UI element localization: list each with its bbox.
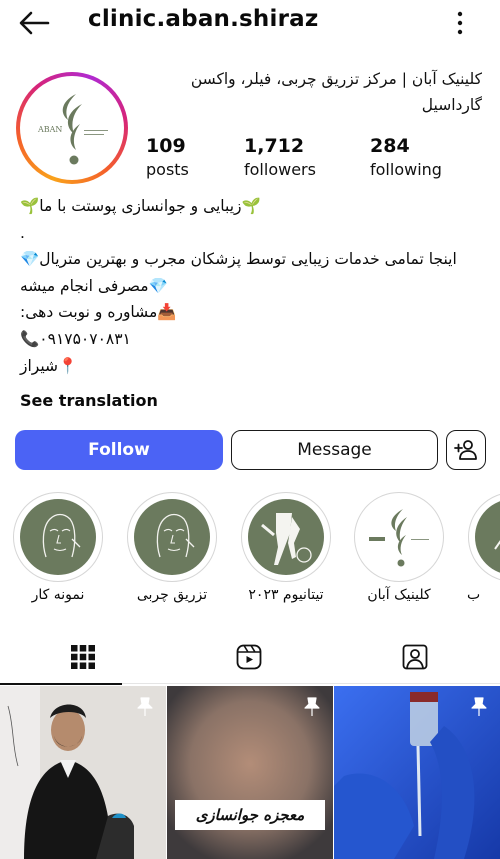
highlight-label: تیتانیوم ۲۰۲۳	[248, 587, 324, 603]
more-vertical-icon	[457, 11, 463, 35]
aban-logo-icon: ABAN	[37, 94, 108, 165]
suggested-users-button[interactable]	[446, 430, 486, 470]
post-overlay-text: معجزه جوانسازی	[175, 800, 325, 830]
tagged-icon	[402, 644, 428, 670]
sparkle-icon	[494, 540, 500, 550]
bio-phone[interactable]: 📞۰۹۱۷۵۰۷۰۸۳۱	[20, 326, 482, 353]
tab-reels[interactable]	[166, 630, 332, 684]
aban-logo-icon	[369, 509, 429, 567]
story-highlights: نمونه کار تزریق چربی تیتانیوم ۲۰۲۳ کلینی…	[0, 492, 500, 612]
bio-location: 📍شیراز	[20, 356, 78, 375]
highlight-label: ب	[467, 587, 481, 603]
tab-tagged[interactable]	[332, 630, 498, 684]
highlight-item[interactable]: تیتانیوم ۲۰۲۳	[240, 492, 332, 603]
face-sketch-icon	[42, 513, 81, 558]
followers-count[interactable]: 1,712 followers	[244, 134, 316, 182]
bio-line: 🌱زیبایی و جوانسازی پوستت با ما🌱	[20, 197, 261, 215]
following-count-value: 284	[370, 135, 410, 157]
bio-line: اینجا تمامی خدمات زیبایی توسط پزشکان مجر…	[20, 250, 457, 269]
see-translation-link[interactable]: See translation	[20, 391, 158, 410]
grid-icon	[71, 645, 95, 669]
arrow-left-icon	[19, 11, 50, 35]
highlight-label: نمونه کار	[31, 587, 85, 603]
pin-icon	[137, 697, 153, 716]
posts-count[interactable]: 109 posts	[146, 134, 189, 182]
highlight-label: تزریق چربی	[136, 587, 208, 603]
avatar: ABAN	[24, 80, 120, 176]
face-sketch-icon	[156, 513, 195, 558]
profile-bio: 🌱زیبایی و جوانسازی پوستت با ما🌱 . اینجا …	[20, 193, 482, 379]
post-thumbnail[interactable]	[334, 686, 500, 859]
posts-count-value: 109	[146, 135, 186, 157]
more-options-button[interactable]	[452, 10, 468, 36]
profile-display-name: کلینیک آبان | مرکز تزریق چربی، فیلر، واک…	[190, 70, 482, 114]
bio-line: 💎مصرفی انجام میشه	[20, 276, 168, 295]
posts-grid: معجزه جوانسازی	[0, 686, 500, 859]
pin-icon	[304, 697, 320, 716]
top-bar: clinic.aban.shiraz	[0, 0, 500, 46]
highlight-item[interactable]: کلینیک آبان	[353, 492, 445, 603]
highlight-item[interactable]: ب	[467, 492, 500, 603]
following-count[interactable]: 284 following	[370, 134, 442, 182]
post-thumbnail[interactable]: معجزه جوانسازی	[167, 686, 333, 859]
highlight-label: کلینیک آبان	[367, 587, 431, 603]
add-user-icon	[454, 440, 477, 460]
follow-button[interactable]: Follow	[15, 430, 223, 470]
avatar-story-ring[interactable]: ABAN	[16, 72, 128, 184]
highlight-item[interactable]: نمونه کار	[12, 492, 104, 603]
bio-line: .	[20, 223, 25, 242]
post-thumbnail[interactable]	[0, 686, 166, 859]
tab-grid[interactable]	[0, 630, 166, 685]
profile-username: clinic.aban.shiraz	[88, 6, 319, 32]
highlight-item[interactable]: تزریق چربی	[126, 492, 218, 603]
reels-icon	[236, 644, 262, 670]
laser-legs-icon	[261, 513, 312, 565]
followers-count-value: 1,712	[244, 135, 305, 157]
back-button[interactable]	[18, 9, 50, 37]
followers-count-label: followers	[244, 160, 316, 179]
pin-icon	[471, 697, 487, 716]
bio-line: 📥مشاوره و نوبت دهی:	[20, 303, 177, 322]
following-count-label: following	[370, 160, 442, 179]
svg-text:ABAN: ABAN	[37, 125, 62, 134]
posts-count-label: posts	[146, 160, 189, 179]
profile-tabs	[0, 630, 500, 685]
message-button[interactable]: Message	[231, 430, 438, 470]
